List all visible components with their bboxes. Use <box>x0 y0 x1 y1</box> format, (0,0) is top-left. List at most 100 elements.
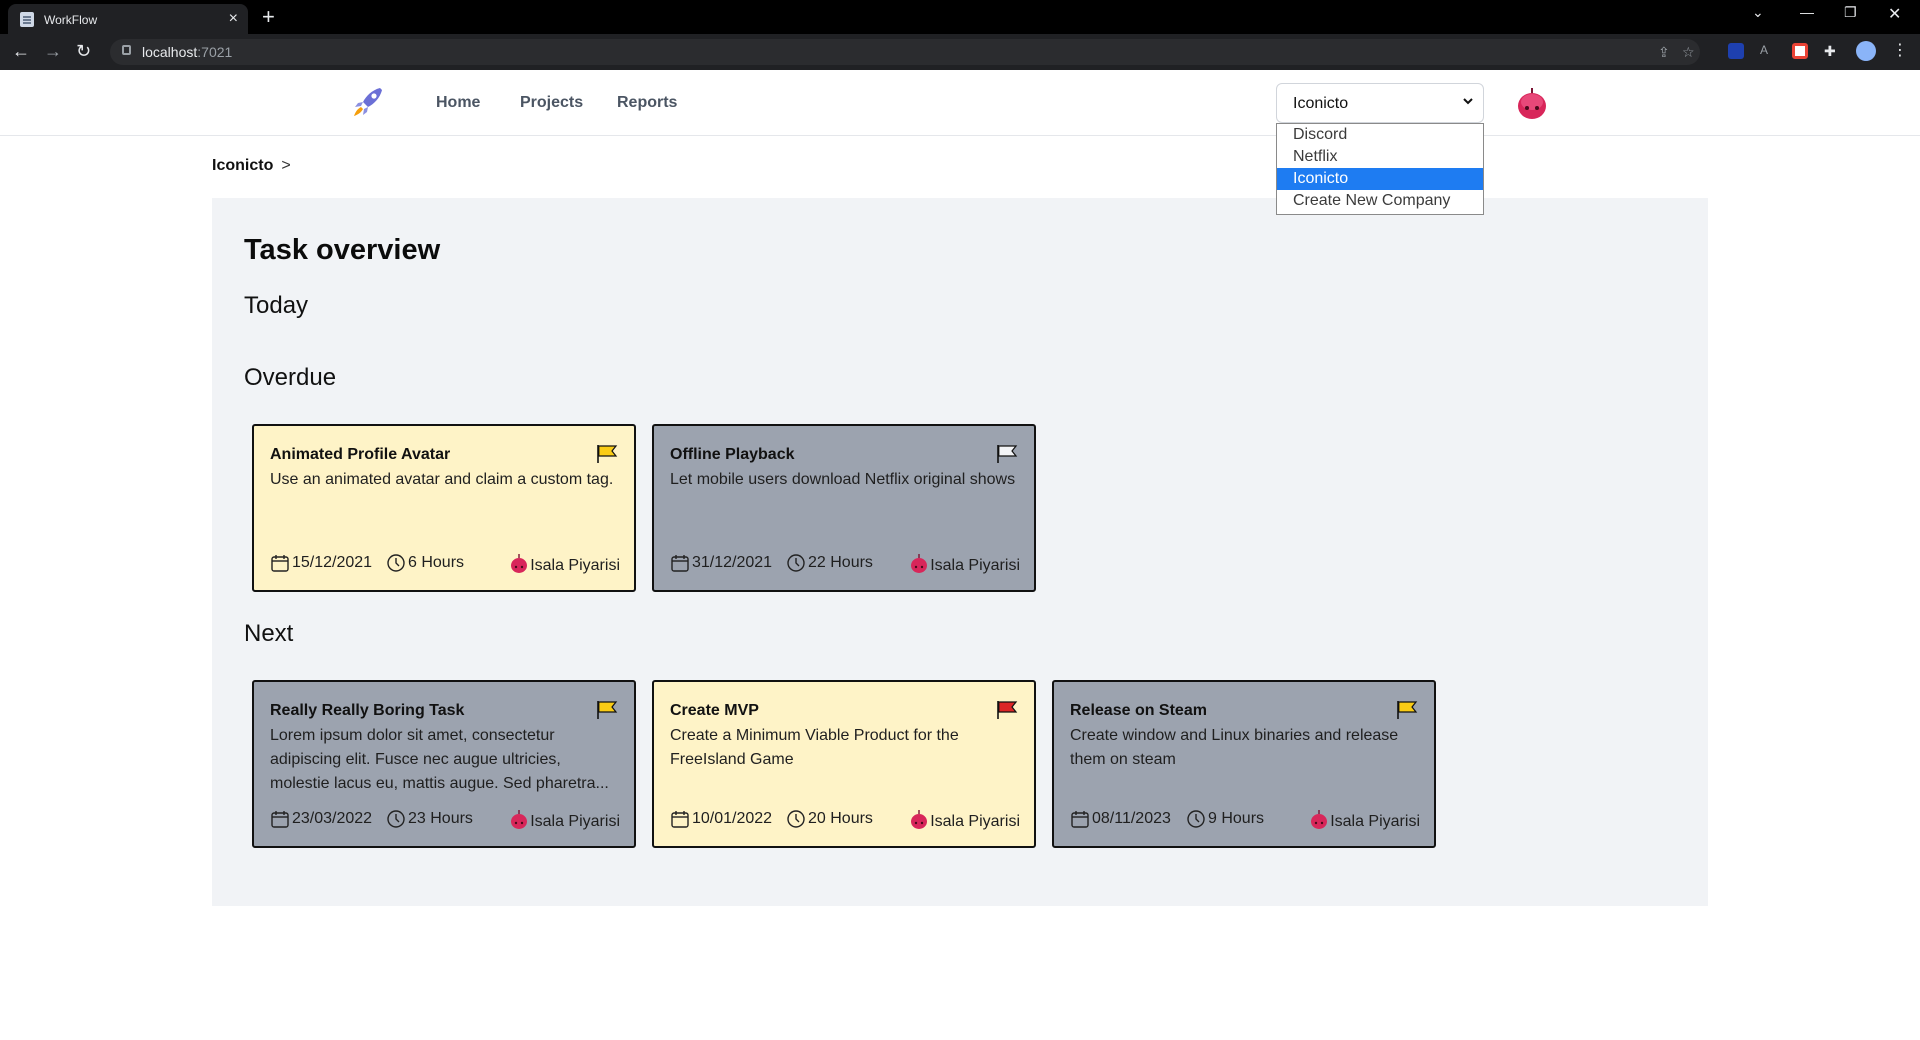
clock-icon <box>787 810 805 828</box>
breadcrumb-separator: > <box>281 157 291 174</box>
task-due-date: 08/11/2023 <box>1092 810 1171 827</box>
forward-icon[interactable]: → <box>44 41 62 62</box>
company-option-iconicto[interactable]: Iconicto <box>1277 168 1483 190</box>
task-description: Use an animated avatar and claim a custo… <box>270 471 614 488</box>
priority-flag-icon <box>1397 701 1418 719</box>
task-card[interactable]: Animated Profile Avatar Use an animated … <box>252 424 636 592</box>
assignee-avatar <box>911 810 928 829</box>
close-tab-icon[interactable]: × <box>229 10 238 28</box>
bookmark-star-icon[interactable]: ☆ <box>1682 44 1695 61</box>
task-overview-panel: Task overview Today Overdue Next Animate… <box>212 198 1708 906</box>
clock-icon <box>787 554 805 572</box>
assignee-name: Isala Piyarisi <box>530 813 620 830</box>
url-host: localhost <box>142 44 198 60</box>
task-title: Release on Steam <box>1070 702 1207 719</box>
user-avatar[interactable] <box>1516 86 1548 120</box>
nav-reports[interactable]: Reports <box>617 94 677 112</box>
clock-icon <box>387 554 405 572</box>
nav-home[interactable]: Home <box>436 94 480 112</box>
task-assignee: Isala Piyarisi <box>910 810 1020 831</box>
task-due-date: 31/12/2021 <box>692 554 773 571</box>
task-title: Create MVP <box>670 702 759 719</box>
task-due-date: 10/01/2022 <box>692 810 773 827</box>
company-option-discord[interactable]: Discord <box>1277 124 1483 146</box>
browser-tab[interactable]: WorkFlow × <box>8 4 248 34</box>
section-overdue: Overdue <box>244 364 337 391</box>
tab-search-icon[interactable]: ⌄ <box>1752 4 1764 21</box>
task-estimated-hours: 23 Hours <box>408 810 473 827</box>
task-estimated-hours: 20 Hours <box>808 810 873 827</box>
task-assignee: Isala Piyarisi <box>510 810 620 831</box>
company-option-create-new[interactable]: Create New Company <box>1277 190 1483 212</box>
section-next: Next <box>244 620 294 647</box>
profile-icon[interactable] <box>1856 41 1876 61</box>
task-estimated-hours: 6 Hours <box>408 554 465 571</box>
restore-icon[interactable]: ❐ <box>1844 4 1857 21</box>
screenshot-extension-icon[interactable] <box>1792 43 1808 59</box>
assignee-avatar <box>511 554 528 573</box>
priority-flag-icon <box>997 701 1018 719</box>
task-assignee: Isala Piyarisi <box>510 554 620 575</box>
company-select-value: Iconicto <box>1293 95 1349 112</box>
company-dropdown-list: Discord Netflix Iconicto Create New Comp… <box>1276 123 1484 215</box>
task-assignee: Isala Piyarisi <box>1310 810 1420 831</box>
page-title: Task overview <box>244 234 441 266</box>
calendar-icon <box>671 555 689 572</box>
new-tab-icon[interactable]: + <box>262 4 275 30</box>
calendar-icon <box>271 555 289 572</box>
task-estimated-hours: 22 Hours <box>808 554 873 571</box>
calendar-icon <box>671 811 689 828</box>
url-port: :7021 <box>197 44 233 60</box>
assignee-avatar <box>511 810 528 829</box>
calendar-icon <box>1071 811 1089 828</box>
priority-flag-icon <box>597 445 618 463</box>
priority-flag-icon <box>597 701 618 719</box>
share-icon[interactable]: ⇪ <box>1658 44 1670 61</box>
assignee-name: Isala Piyarisi <box>530 557 620 574</box>
task-description: Lorem ipsum dolor sit amet, consectetur … <box>270 727 609 792</box>
task-description: Let mobile users download Netflix origin… <box>670 471 1016 488</box>
task-description: Create a Minimum Viable Product for the … <box>670 727 959 768</box>
lock-icon <box>122 45 131 55</box>
assignee-avatar <box>1311 810 1328 829</box>
task-card[interactable]: Create MVP Create a Minimum Viable Produ… <box>652 680 1036 848</box>
task-title: Animated Profile Avatar <box>270 446 451 463</box>
browser-menu-icon[interactable]: ⋮ <box>1892 40 1908 59</box>
extensions-puzzle-icon[interactable]: ✚ <box>1824 43 1840 59</box>
assignee-avatar <box>911 554 928 573</box>
section-today: Today <box>244 292 309 319</box>
extension-icon[interactable] <box>1728 43 1744 59</box>
task-card[interactable]: Offline Playback Let mobile users downlo… <box>652 424 1036 592</box>
page-favicon-icon <box>20 12 34 27</box>
breadcrumb: Iconicto > <box>212 157 291 175</box>
assignee-name: Isala Piyarisi <box>930 557 1020 574</box>
company-select[interactable]: Iconicto <box>1276 83 1484 123</box>
minimize-icon[interactable]: — <box>1800 4 1814 20</box>
tab-title: WorkFlow <box>44 13 98 27</box>
chevron-down-icon <box>1463 98 1473 105</box>
task-title: Offline Playback <box>670 446 795 463</box>
reload-icon[interactable]: ↻ <box>76 41 91 62</box>
task-card[interactable]: Really Really Boring Task Lorem ipsum do… <box>252 680 636 848</box>
rocket-logo-icon[interactable] <box>350 84 386 120</box>
task-assignee: Isala Piyarisi <box>910 554 1020 575</box>
browser-address-bar: ← → ↻ localhost:7021 ⇪ ☆ A ✚ ⋮ <box>0 34 1920 70</box>
breadcrumb-company[interactable]: Iconicto <box>212 157 273 174</box>
company-option-netflix[interactable]: Netflix <box>1277 146 1483 168</box>
task-title: Really Really Boring Task <box>270 702 465 719</box>
clock-icon <box>387 810 405 828</box>
app-header: Home Projects Reports Iconicto <box>0 70 1920 136</box>
task-description: Create window and Linux binaries and rel… <box>1070 727 1399 768</box>
browser-tab-bar: WorkFlow × + ⌄ — ❐ ✕ <box>0 0 1920 34</box>
close-window-icon[interactable]: ✕ <box>1888 4 1901 24</box>
assignee-name: Isala Piyarisi <box>1330 813 1420 830</box>
back-icon[interactable]: ← <box>12 41 30 62</box>
nav-projects[interactable]: Projects <box>520 94 583 112</box>
url-input[interactable]: localhost:7021 ⇪ ☆ <box>110 39 1700 65</box>
task-card[interactable]: Release on Steam Create window and Linux… <box>1052 680 1436 848</box>
url-text: localhost:7021 <box>142 44 232 60</box>
task-due-date: 23/03/2022 <box>292 810 373 827</box>
translate-extension-icon[interactable]: A <box>1760 43 1776 59</box>
task-due-date: 15/12/2021 <box>292 554 373 571</box>
clock-icon <box>1187 810 1205 828</box>
